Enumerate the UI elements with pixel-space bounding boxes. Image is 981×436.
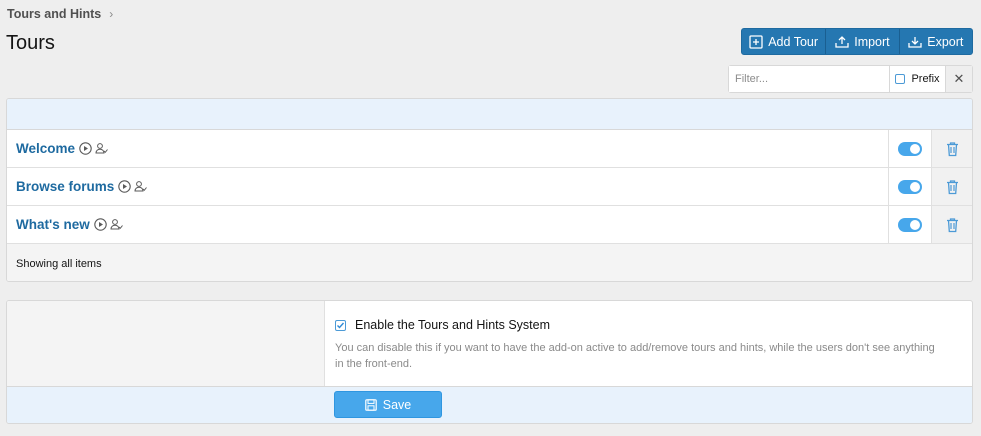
prefix-checkbox[interactable]: Prefix: [889, 66, 945, 92]
export-label: Export: [927, 34, 964, 49]
breadcrumb-item[interactable]: Tours and Hints: [7, 7, 101, 21]
user-check-icon[interactable]: [110, 218, 123, 231]
enable-system-checkbox[interactable]: Enable the Tours and Hints System: [335, 318, 962, 332]
enable-system-label: Enable the Tours and Hints System: [355, 318, 551, 332]
export-button[interactable]: Export: [900, 29, 972, 54]
play-icon[interactable]: [118, 180, 132, 193]
add-tour-button[interactable]: Add Tour: [742, 29, 827, 54]
tour-title-link[interactable]: Welcome: [16, 141, 75, 156]
toggle-cell: [888, 168, 931, 205]
user-check-icon[interactable]: [95, 142, 108, 155]
delete-button[interactable]: [931, 168, 972, 205]
breadcrumb-chevron-icon: ›: [109, 7, 114, 21]
toggle-cell: [888, 206, 931, 243]
enable-toggle[interactable]: [898, 141, 922, 156]
filter-bar: Prefix ✕: [728, 65, 973, 93]
form-submit-row: Save: [7, 386, 972, 423]
table-row: What's new: [7, 206, 972, 244]
save-icon: [364, 398, 377, 411]
trash-icon: [946, 141, 958, 156]
action-button-group: Add Tour Import Export: [741, 28, 973, 55]
enable-system-hint: You can disable this if you want to have…: [335, 342, 935, 370]
form-input-column: Enable the Tours and Hints System You ca…: [325, 301, 972, 386]
form-label-column: [7, 301, 325, 386]
add-tour-label: Add Tour: [768, 34, 819, 49]
delete-button[interactable]: [931, 130, 972, 167]
page-title: Tours: [6, 32, 55, 54]
toggle-cell: [888, 130, 931, 167]
checkbox-checked-icon: [335, 319, 346, 331]
close-icon: ✕: [953, 71, 965, 86]
clear-filter-button[interactable]: ✕: [945, 66, 972, 92]
enable-toggle[interactable]: [898, 179, 922, 194]
import-icon: [835, 35, 849, 48]
tour-title-link[interactable]: Browse forums: [16, 179, 114, 194]
export-icon: [908, 36, 922, 48]
prefix-label: Prefix: [911, 73, 940, 85]
tour-title-link[interactable]: What's new: [16, 217, 90, 232]
save-label: Save: [382, 397, 412, 412]
table-row: Browse forums: [7, 168, 972, 206]
import-button[interactable]: Import: [826, 29, 900, 54]
play-icon[interactable]: [79, 142, 92, 155]
user-check-icon[interactable]: [134, 180, 148, 193]
table-row: Welcome: [7, 130, 972, 168]
plus-square-icon: [749, 34, 763, 49]
save-button[interactable]: Save: [334, 391, 442, 418]
filter-input[interactable]: [729, 66, 889, 92]
checkbox-icon: [895, 74, 906, 84]
options-form: Enable the Tours and Hints System You ca…: [6, 300, 973, 424]
list-footer: Showing all items: [7, 244, 972, 281]
enable-toggle[interactable]: [898, 217, 922, 232]
trash-icon: [946, 179, 958, 194]
delete-button[interactable]: [931, 206, 972, 243]
tours-list: Welcome Browse forums What's new Showing: [6, 98, 973, 282]
import-label: Import: [854, 34, 890, 49]
trash-icon: [946, 217, 958, 232]
list-header: [7, 99, 972, 130]
play-icon[interactable]: [93, 218, 107, 231]
breadcrumb[interactable]: Tours and Hints ›: [7, 7, 113, 21]
